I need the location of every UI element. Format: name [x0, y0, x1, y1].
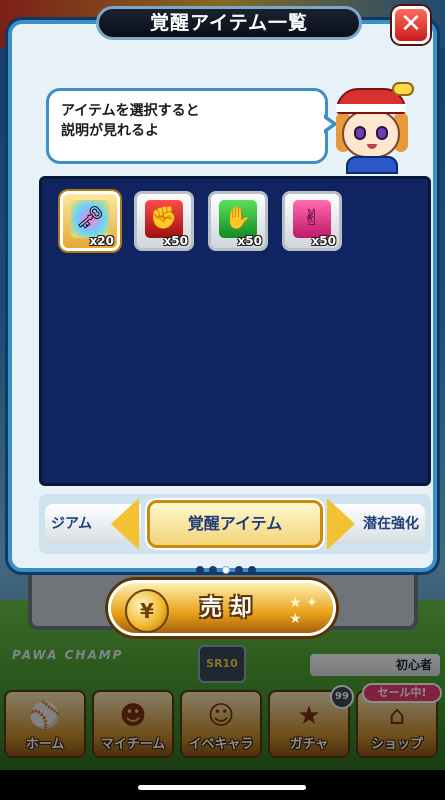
- chevron-left-icon[interactable]: [111, 498, 139, 550]
- mascot-eye-left: [354, 126, 366, 140]
- page-dot: [235, 566, 243, 574]
- hint-text-line1: アイテムを選択すると: [61, 103, 200, 119]
- item-count: x50: [311, 234, 336, 248]
- item-red-card[interactable]: ✊ x50: [134, 191, 194, 251]
- chevron-right-icon[interactable]: [327, 498, 355, 550]
- awakening-items-modal: アイテムを選択すると 説明が見れるよ 🗝 x20 ✊ x50 ✋ x50 ✌ x…: [8, 20, 437, 574]
- sparkle-icon: ★ ✦ ★: [289, 595, 318, 627]
- page-dot: [196, 566, 204, 574]
- home-indicator[interactable]: [138, 785, 306, 790]
- bubble-tail-inner: [322, 117, 332, 131]
- rainbow-key-icon: 🗝: [71, 200, 109, 238]
- sell-button[interactable]: ¥ 売 却 ★ ✦ ★: [108, 580, 336, 636]
- item-rainbow-key[interactable]: 🗝 x20: [60, 191, 120, 251]
- category-tab-bar: ジアム 潜在強化 覚醒アイテム: [39, 494, 431, 554]
- close-button[interactable]: ✕: [392, 6, 430, 44]
- item-green-card[interactable]: ✋ x50: [208, 191, 268, 251]
- hint-speech-bubble: アイテムを選択すると 説明が見れるよ: [46, 88, 328, 164]
- item-count: x50: [237, 234, 262, 248]
- mascot-cap-band: [336, 104, 406, 112]
- mascot-face: [342, 110, 400, 158]
- mascot-body: [346, 156, 398, 174]
- coin-icon: ¥: [125, 589, 169, 633]
- item-count: x50: [163, 234, 188, 248]
- page-dot: [248, 566, 256, 574]
- mascot-character: [332, 82, 414, 174]
- hint-text-line2: 説明が見れるよ: [61, 123, 159, 139]
- modal-title: 覚醒アイテム一覧: [96, 6, 362, 40]
- sell-button-label: 売 却: [200, 596, 252, 621]
- mascot-eye-right: [376, 126, 388, 140]
- pink-card-icon: ✌: [293, 200, 331, 238]
- tab-current-category[interactable]: 覚醒アイテム: [147, 500, 323, 548]
- mascot-bow: [392, 82, 414, 96]
- red-card-icon: ✊: [145, 200, 183, 238]
- green-card-icon: ✋: [219, 200, 257, 238]
- item-count: x20: [89, 234, 114, 248]
- page-dot-active: [222, 566, 230, 574]
- item-pink-card[interactable]: ✌ x50: [282, 191, 342, 251]
- page-dot: [209, 566, 217, 574]
- item-grid-panel: 🗝 x20 ✊ x50 ✋ x50 ✌ x50: [39, 176, 431, 486]
- page-indicator: [196, 559, 261, 574]
